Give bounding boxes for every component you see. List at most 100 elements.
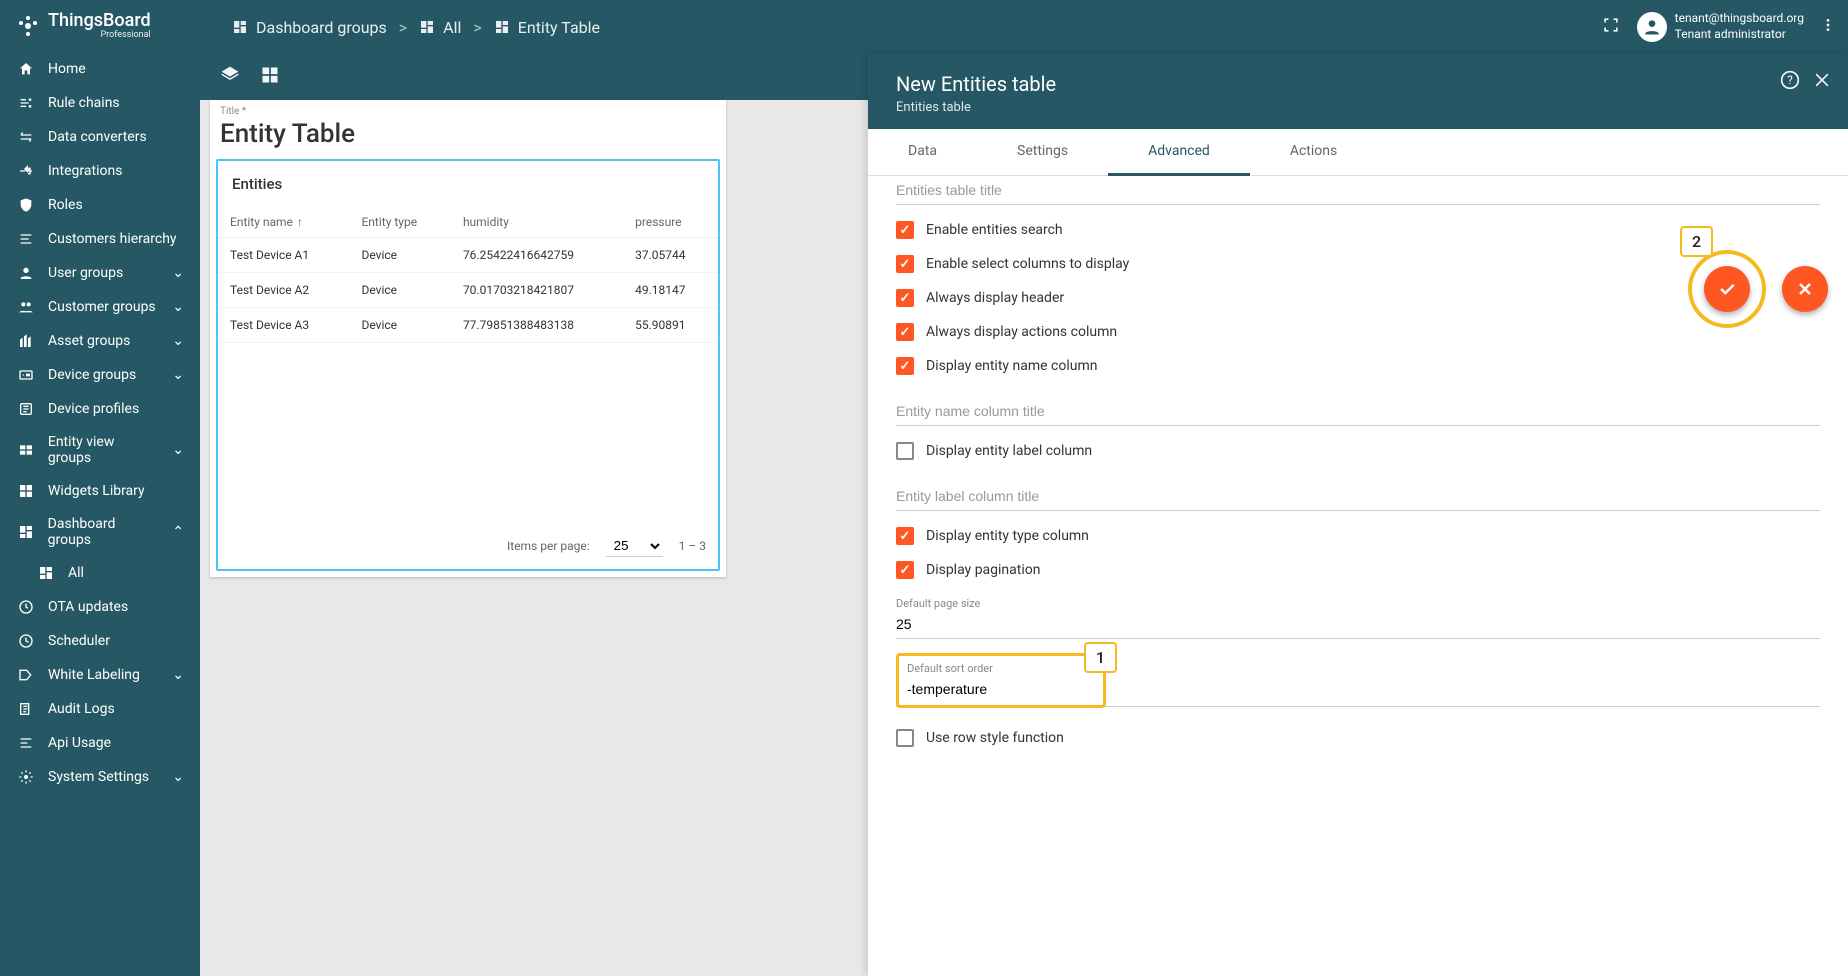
sidebar-item-label: Widgets Library [48,483,145,499]
sidebar-item-device-profiles[interactable]: Device profiles [0,392,200,426]
tab-settings[interactable]: Settings [977,129,1108,175]
breadcrumb-separator: > [399,18,407,37]
column-header[interactable]: Entity type [349,207,450,238]
enable-columns-checkbox[interactable]: Enable select columns to display [896,255,1820,273]
sidebar-item-label: Home [48,61,86,77]
tab-advanced[interactable]: Advanced [1108,129,1250,176]
page-range: 1 – 3 [679,539,706,553]
row-style-checkbox[interactable]: Use row style function [896,729,1820,747]
display-name-checkbox[interactable]: Display entity name column [896,357,1820,375]
layout-icon[interactable] [260,65,280,89]
items-per-page-select[interactable]: 25 [606,535,663,557]
panel-title: New Entities table [896,72,1820,96]
sidebar-item-dashboard-groups[interactable]: Dashboard groups ⌃ [0,508,200,556]
table-row[interactable]: Test Device A1Device76.2542241664275937.… [218,238,718,273]
user-icon [16,265,36,281]
sidebar-item-data-converters[interactable]: Data converters [0,120,200,154]
sidebar-item-entity-view-groups[interactable]: Entity view groups ⌄ [0,426,200,474]
column-header[interactable]: Entity name↑ [218,207,349,238]
sidebar-item-label: Integrations [48,163,122,179]
tab-data[interactable]: Data [868,129,977,175]
always-actions-checkbox[interactable]: Always display actions column [896,323,1820,341]
logo[interactable]: ThingsBoard Professional [0,0,200,52]
tab-actions[interactable]: Actions [1250,129,1377,175]
entity-label-column-title-input[interactable] [896,482,1820,511]
breadcrumb-item[interactable]: Dashboard groups [232,18,387,37]
sidebar-item-customers-hierarchy[interactable]: Customers hierarchy [0,222,200,256]
table-row[interactable]: Test Device A2Device70.0170321842180749.… [218,273,718,308]
sidebar-item-white-labeling[interactable]: White Labeling ⌄ [0,658,200,692]
cancel-button[interactable] [1782,266,1828,312]
sidebar-item-system-settings[interactable]: System Settings⌄ [0,760,200,794]
hierarchy-icon [16,231,36,247]
always-header-checkbox[interactable]: Always display header [896,289,1820,307]
asset-icon [16,333,36,349]
display-type-checkbox[interactable]: Display entity type column [896,527,1820,545]
display-label-checkbox[interactable]: Display entity label column [896,442,1820,460]
sidebar-item-customer-groups[interactable]: Customer groups⌄ [0,290,200,324]
dashboard-icon [36,565,56,581]
breadcrumb-item[interactable]: All [419,18,461,37]
entity-name-column-title-input[interactable] [896,397,1820,426]
label-icon [16,667,36,683]
sidebar-item-audit-logs[interactable]: Audit Logs [0,692,200,726]
chevron-down-icon: ⌄ [172,333,184,349]
help-icon[interactable]: ? [1780,70,1800,94]
sidebar-item-label: Entity view groups [48,434,160,466]
svg-text:?: ? [1787,73,1793,87]
sort-asc-icon: ↑ [297,215,303,229]
sidebar-subitem-all[interactable]: All [0,556,200,590]
default-sort-order-highlight: Default sort order 1 [896,653,1106,708]
breadcrumb-separator: > [473,18,481,37]
sidebar-item-label: System Settings [48,769,149,785]
page-size-label: Default page size [896,597,1820,610]
display-pagination-checkbox[interactable]: Display pagination [896,561,1820,579]
sidebar-item-roles[interactable]: Roles [0,188,200,222]
layers-icon[interactable] [220,65,240,89]
view-icon [16,442,36,458]
sidebar-item-label: Dashboard groups [48,516,161,548]
sidebar-item-integrations[interactable]: Integrations [0,154,200,188]
column-header[interactable]: humidity [451,207,623,238]
chevron-down-icon: ⌄ [172,299,184,315]
sidebar-item-device-groups[interactable]: Device groups⌄ [0,358,200,392]
api-icon [16,735,36,751]
more-icon[interactable] [1820,17,1836,37]
topbar: Dashboard groups > All > Entity Table tenant… [200,0,1848,54]
sidebar-item-widgets-library[interactable]: Widgets Library [0,474,200,508]
sidebar-item-home[interactable]: Home [0,52,200,86]
sidebar-nav: Home Rule chains Data converters Integratio… [0,52,200,976]
sidebar-item-scheduler[interactable]: Scheduler [0,624,200,658]
dashboard-icon [16,524,36,540]
callout-2: 2 [1680,226,1713,257]
sidebar-item-api-usage[interactable]: Api Usage [0,726,200,760]
chevron-down-icon: ⌄ [172,442,184,458]
apply-button[interactable] [1704,266,1750,312]
widget-config-panel: New Entities table Entities table ? Data… [868,54,1848,976]
sidebar-item-label: White Labeling [48,667,140,683]
entities-table-title-input[interactable] [896,176,1820,205]
sidebar-item-asset-groups[interactable]: Asset groups⌄ [0,324,200,358]
sidebar-item-rule-chains[interactable]: Rule chains [0,86,200,120]
fullscreen-icon[interactable] [1601,15,1621,39]
column-header[interactable]: pressure [623,207,718,238]
shield-icon [16,197,36,213]
close-icon[interactable] [1812,70,1832,94]
breadcrumb-item[interactable]: Entity Table [494,18,600,37]
default-page-size-input[interactable] [896,610,1820,639]
account-menu[interactable]: tenant@thingsboard.org Tenant administra… [1637,11,1804,42]
widget-card-title: Entities [218,161,718,207]
chevron-down-icon: ⌄ [172,667,184,683]
table-row[interactable]: Test Device A3Device77.7985138848313855.… [218,308,718,343]
sidebar-item-label: OTA updates [48,599,128,615]
default-sort-order-input[interactable] [907,675,1095,703]
sidebar-item-label: Data converters [48,129,147,145]
sidebar-item-ota-updates[interactable]: OTA updates [0,590,200,624]
sidebar-item-label: Rule chains [48,95,120,111]
sidebar-item-user-groups[interactable]: User groups⌄ [0,256,200,290]
clock-icon [16,633,36,649]
sidebar-item-label: Customers hierarchy [48,231,177,247]
sidebar-item-label: Audit Logs [48,701,115,717]
sidebar-item-label: Device profiles [48,401,139,417]
chevron-up-icon: ⌃ [172,524,184,540]
